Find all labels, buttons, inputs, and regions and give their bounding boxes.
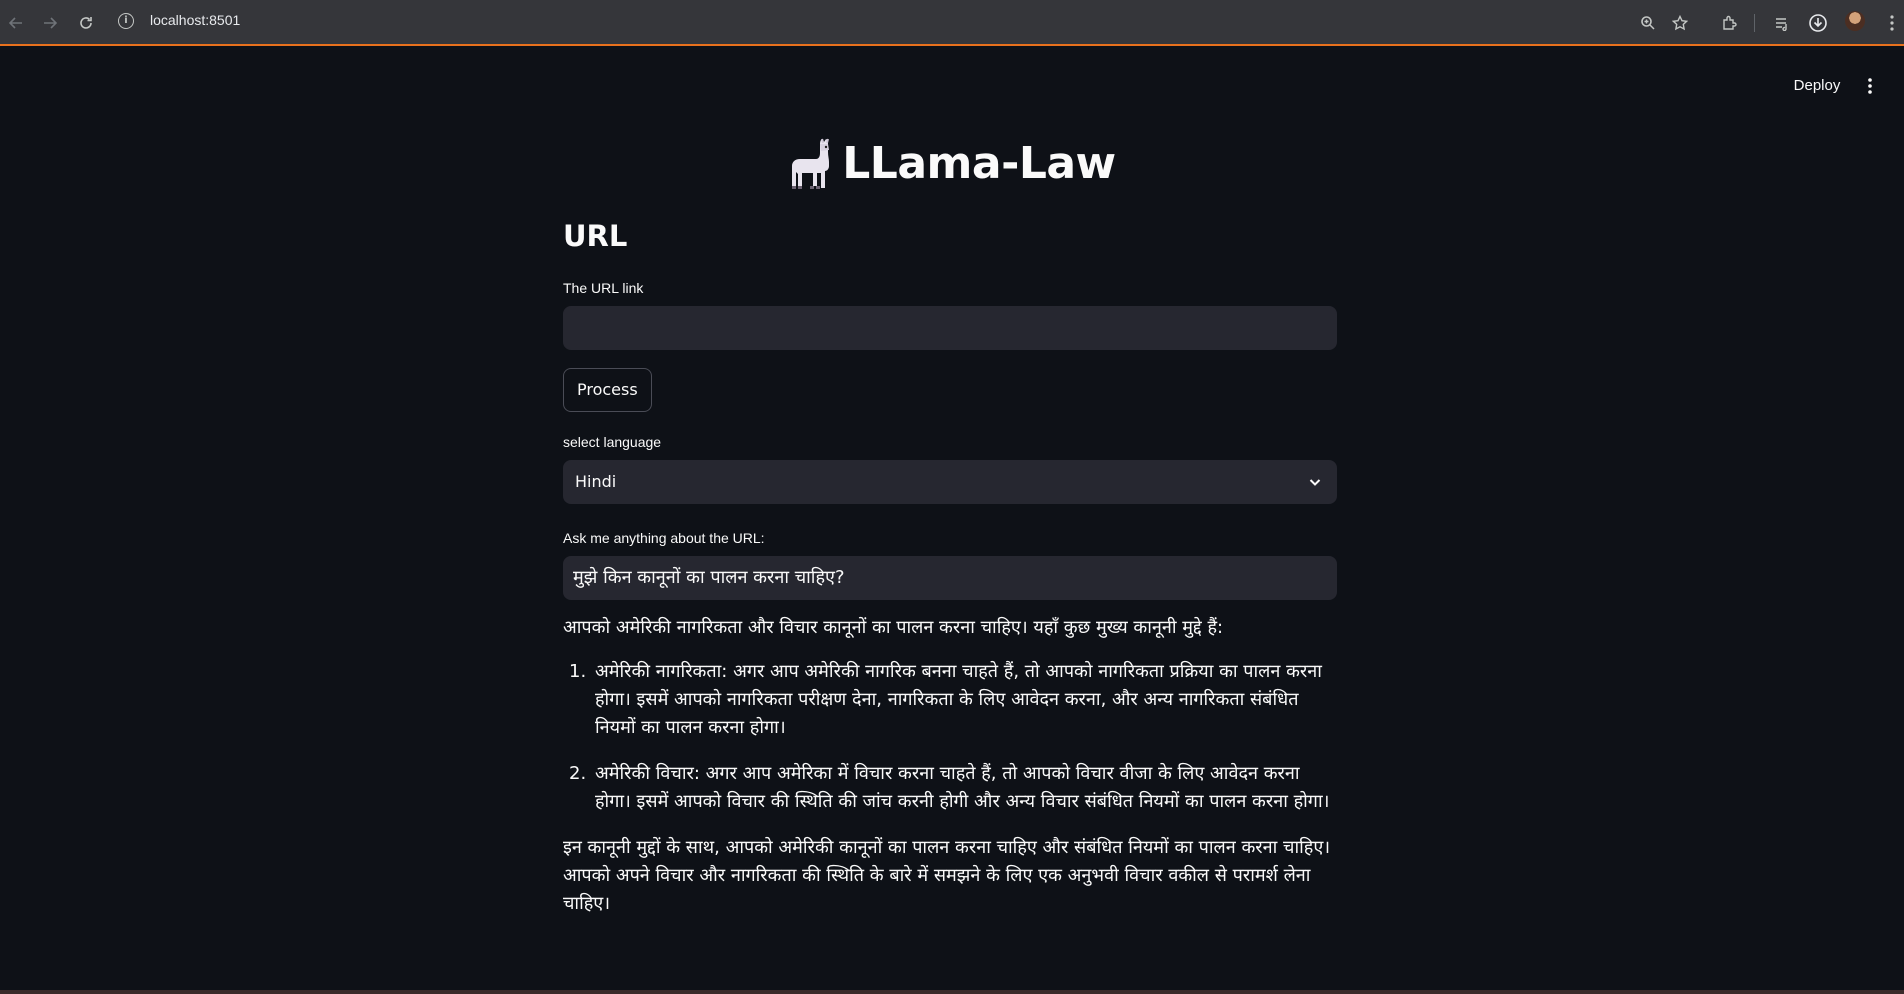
page-title: LLama-Law	[563, 130, 1337, 196]
list-item: 2. अमेरिकी विचार: अगर आप अमेरिका में विच…	[563, 760, 1337, 816]
download-icon[interactable]	[1806, 11, 1830, 35]
zoom-icon[interactable]	[1636, 11, 1660, 35]
reload-icon	[80, 17, 92, 29]
list-item-number: 2.	[569, 763, 587, 784]
browser-toolbar: i localhost:8501	[0, 0, 1904, 46]
language-select[interactable]: Hindi	[563, 460, 1337, 504]
process-button[interactable]: Process	[563, 368, 652, 412]
answer-conclusion: इन कानूनी मुद्दों के साथ, आपको अमेरिकी क…	[563, 837, 1331, 914]
answer-intro: आपको अमेरिकी नागरिकता और विचार कानूनों क…	[563, 617, 1224, 638]
app-menu-button[interactable]	[1860, 74, 1880, 98]
main-column: LLama-Law URL The URL link Process selec…	[563, 130, 1337, 934]
answer-list: 1. अमेरिकी नागरिकता: अगर आप अमेरिकी नागर…	[563, 658, 1337, 816]
toolbar-separator	[1754, 14, 1755, 32]
media-queue-icon[interactable]	[1770, 11, 1794, 35]
url-field-label: The URL link	[563, 280, 644, 296]
language-select-label: select language	[563, 434, 662, 450]
language-selected-value: Hindi	[575, 472, 617, 491]
kebab-menu-icon	[1868, 78, 1872, 94]
page-bottom-border	[0, 990, 1904, 994]
url-field-container	[563, 306, 1337, 350]
question-input[interactable]: मुझे किन कानूनों का पालन करना चाहिए?	[563, 556, 1337, 600]
list-item: 1. अमेरिकी नागरिकता: अगर आप अमेरिकी नागर…	[563, 658, 1337, 742]
title-text: LLama-Law	[842, 137, 1116, 189]
chevron-down-icon	[1309, 479, 1321, 486]
puzzle-icon[interactable]	[1718, 11, 1742, 35]
arrow-left-icon	[8, 17, 22, 29]
llama-icon	[792, 138, 830, 189]
avatar[interactable]	[1845, 11, 1865, 31]
question-field-label: Ask me anything about the URL:	[563, 530, 765, 546]
star-icon[interactable]	[1668, 11, 1692, 35]
back-button[interactable]	[4, 11, 28, 35]
arrow-right-icon	[44, 17, 58, 29]
deploy-button[interactable]: Deploy	[1782, 74, 1852, 98]
url-input[interactable]	[564, 307, 1336, 349]
address-bar[interactable]: localhost:8501	[150, 12, 240, 28]
reload-button[interactable]	[74, 11, 98, 35]
list-item-number: 1.	[569, 661, 587, 682]
forward-button[interactable]	[38, 11, 62, 35]
list-item-text: अमेरिकी नागरिकता: अगर आप अमेरिकी नागरिक …	[595, 661, 1322, 738]
list-item-text: अमेरिकी विचार: अगर आप अमेरिका में विचार …	[595, 763, 1330, 812]
url-heading: URL	[563, 219, 628, 253]
kebab-menu-icon[interactable]	[1880, 11, 1904, 35]
info-icon[interactable]: i	[118, 13, 134, 29]
answer-block: आपको अमेरिकी नागरिकता और विचार कानूनों क…	[563, 614, 1337, 918]
